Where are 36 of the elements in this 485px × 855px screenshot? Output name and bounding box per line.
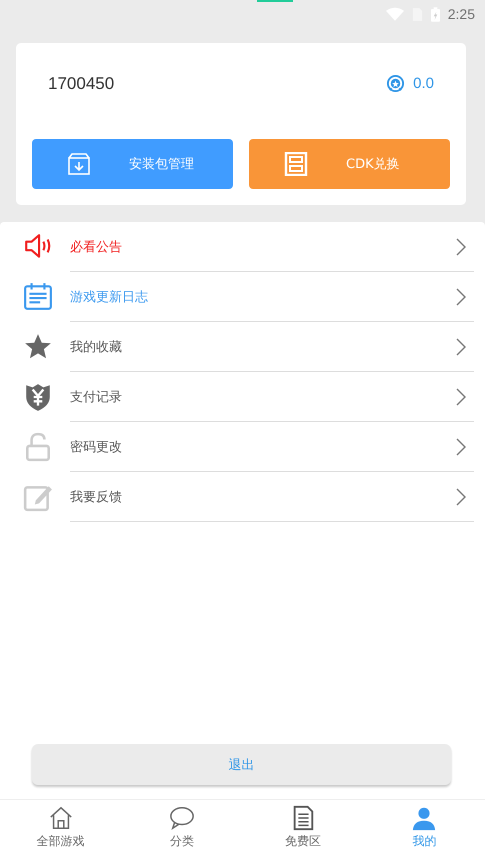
menu-item[interactable]: 支付记录	[0, 372, 485, 422]
menu-item[interactable]: 密码更改	[0, 422, 485, 472]
menu-label: 我的收藏	[70, 338, 122, 356]
menu-item[interactable]: 我的收藏	[0, 322, 485, 372]
speech-bubble-icon	[168, 805, 195, 831]
chevron-right-icon	[456, 238, 466, 256]
menu-item[interactable]: 我要反馈	[0, 472, 485, 522]
chevron-right-icon	[456, 438, 466, 456]
tab[interactable]: 分类	[121, 800, 242, 855]
points-value: 0.0	[413, 75, 434, 92]
person-icon	[411, 805, 438, 831]
chevron-right-icon	[456, 388, 466, 406]
tab[interactable]: 免费区	[242, 800, 364, 855]
yen-shield-icon	[23, 382, 53, 412]
chevron-right-icon	[456, 338, 466, 356]
tab[interactable]: 我的	[364, 800, 485, 855]
indicator-bar	[257, 0, 293, 2]
tab[interactable]: 全部游戏	[0, 800, 122, 855]
download-box-icon	[67, 152, 91, 176]
menu-label: 游戏更新日志	[70, 288, 148, 306]
menu-label: 我要反馈	[70, 488, 122, 506]
house-icon	[48, 805, 74, 831]
menu-item[interactable]: 必看公告	[0, 222, 485, 272]
status-time: 2:25	[448, 6, 475, 22]
battery-icon	[430, 6, 440, 22]
unlocked-padlock-icon	[23, 432, 53, 462]
menu-item[interactable]: 游戏更新日志	[0, 272, 485, 322]
menu-label: 密码更改	[70, 438, 122, 456]
chevron-right-icon	[456, 488, 466, 506]
chevron-right-icon	[456, 288, 466, 306]
drawer-icon	[284, 152, 308, 176]
medal-icon	[386, 74, 406, 93]
menu-label: 支付记录	[70, 388, 122, 406]
notepad-icon	[23, 282, 53, 312]
username: 1700450	[48, 74, 114, 94]
menu-label: 必看公告	[70, 238, 122, 256]
